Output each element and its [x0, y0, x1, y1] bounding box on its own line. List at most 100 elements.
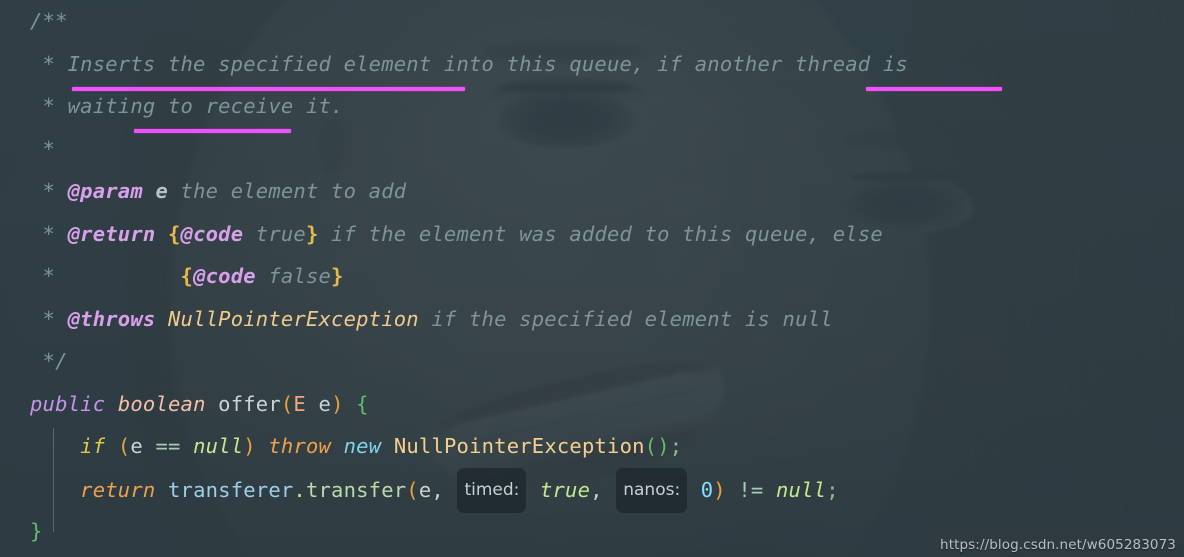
code-token: E: [293, 391, 306, 416]
code-token: (): [644, 434, 670, 458]
code-token: throw: [268, 434, 332, 458]
code-token: NullPointerException: [393, 434, 645, 458]
code-token: transfer: [305, 477, 407, 502]
code-token: e: [318, 391, 332, 416]
code-token: ;: [826, 477, 839, 502]
code-line[interactable]: /**: [0, 0, 1184, 43]
code-line[interactable]: * {@code false}: [0, 255, 1184, 298]
highlight-underline: [72, 87, 465, 91]
code-line[interactable]: * waiting to receive it.: [0, 85, 1184, 128]
code-token: {: [167, 221, 181, 246]
code-line[interactable]: * Inserts the specified element into thi…: [0, 43, 1184, 86]
code-token: the element to add: [168, 179, 407, 203]
code-token: null: [776, 477, 827, 502]
code-token: null: [193, 434, 244, 458]
indent-guide-line: [53, 428, 54, 532]
watermark-url: https://blog.csdn.net/w605283073: [940, 537, 1176, 553]
code-token: e: [418, 477, 432, 502]
code-token: return: [80, 477, 156, 502]
code-token: ,: [431, 477, 457, 502]
code-token: *: [42, 179, 68, 203]
parameter-hint[interactable]: nanos:: [616, 467, 688, 513]
code-line[interactable]: * @param e the element to add: [0, 170, 1184, 213]
code-token: *: [42, 221, 68, 246]
code-line[interactable]: public boolean offer(E e) {: [0, 383, 1184, 426]
code-token: .: [293, 477, 306, 502]
code-line[interactable]: return transferer.transfer(e, timed: tru…: [0, 467, 1184, 513]
code-token: *: [42, 94, 68, 118]
code-token: new: [343, 434, 382, 458]
code-token: NullPointerException: [155, 306, 419, 331]
code-line[interactable]: * @return {@code true} if the element wa…: [0, 213, 1184, 256]
code-line[interactable]: *: [0, 128, 1184, 171]
code-token: if: [80, 434, 106, 458]
code-token: if the specified element is null: [418, 306, 833, 331]
code-token: @return: [67, 221, 156, 246]
code-token: waiting to receive it.: [67, 94, 344, 118]
code-token: ==: [155, 434, 181, 458]
code-token: e: [130, 434, 143, 458]
code-token: @code: [180, 221, 244, 246]
code-token: }: [30, 519, 43, 543]
code-token: (: [280, 391, 294, 416]
code-token: *: [42, 51, 68, 76]
code-editor-viewport: /** * Inserts the specified element into…: [0, 0, 1184, 557]
code-token: true: [243, 221, 306, 246]
code-token: 0: [700, 477, 714, 502]
code-token: @throws: [67, 306, 156, 331]
code-token: }: [331, 264, 344, 288]
code-token: e: [142, 179, 168, 203]
code-token: */: [42, 349, 68, 373]
code-token: public: [30, 391, 106, 416]
code-token: }: [305, 221, 319, 246]
code-token: ;: [669, 434, 683, 458]
code-token: @param: [67, 179, 143, 203]
code-token: true: [539, 477, 591, 502]
parameter-hint[interactable]: timed:: [457, 467, 527, 513]
highlight-underline: [866, 87, 1002, 91]
code-token: (: [117, 434, 131, 458]
code-token: @code: [193, 264, 256, 288]
code-line[interactable]: */: [0, 340, 1184, 383]
code-token: ,: [590, 477, 616, 502]
code-token: ): [331, 391, 344, 416]
code-token: ): [243, 434, 256, 458]
code-line[interactable]: * @throws NullPointerException if the sp…: [0, 298, 1184, 341]
code-token: if the element was added to this queue, …: [318, 221, 883, 246]
code-text-area[interactable]: /** * Inserts the specified element into…: [0, 0, 1184, 557]
code-token: *: [42, 136, 56, 161]
code-line[interactable]: if (e == null) throw new NullPointerExce…: [0, 425, 1184, 468]
code-token: boolean: [117, 391, 206, 416]
highlight-underline: [134, 129, 291, 133]
code-token: (: [406, 477, 419, 502]
code-token: *: [42, 264, 181, 288]
code-token: false: [255, 264, 332, 288]
code-token: /**: [30, 9, 68, 33]
code-token: {: [356, 391, 369, 416]
code-token: Inserts the specified element into this …: [67, 51, 908, 76]
code-token: !=: [738, 477, 764, 502]
